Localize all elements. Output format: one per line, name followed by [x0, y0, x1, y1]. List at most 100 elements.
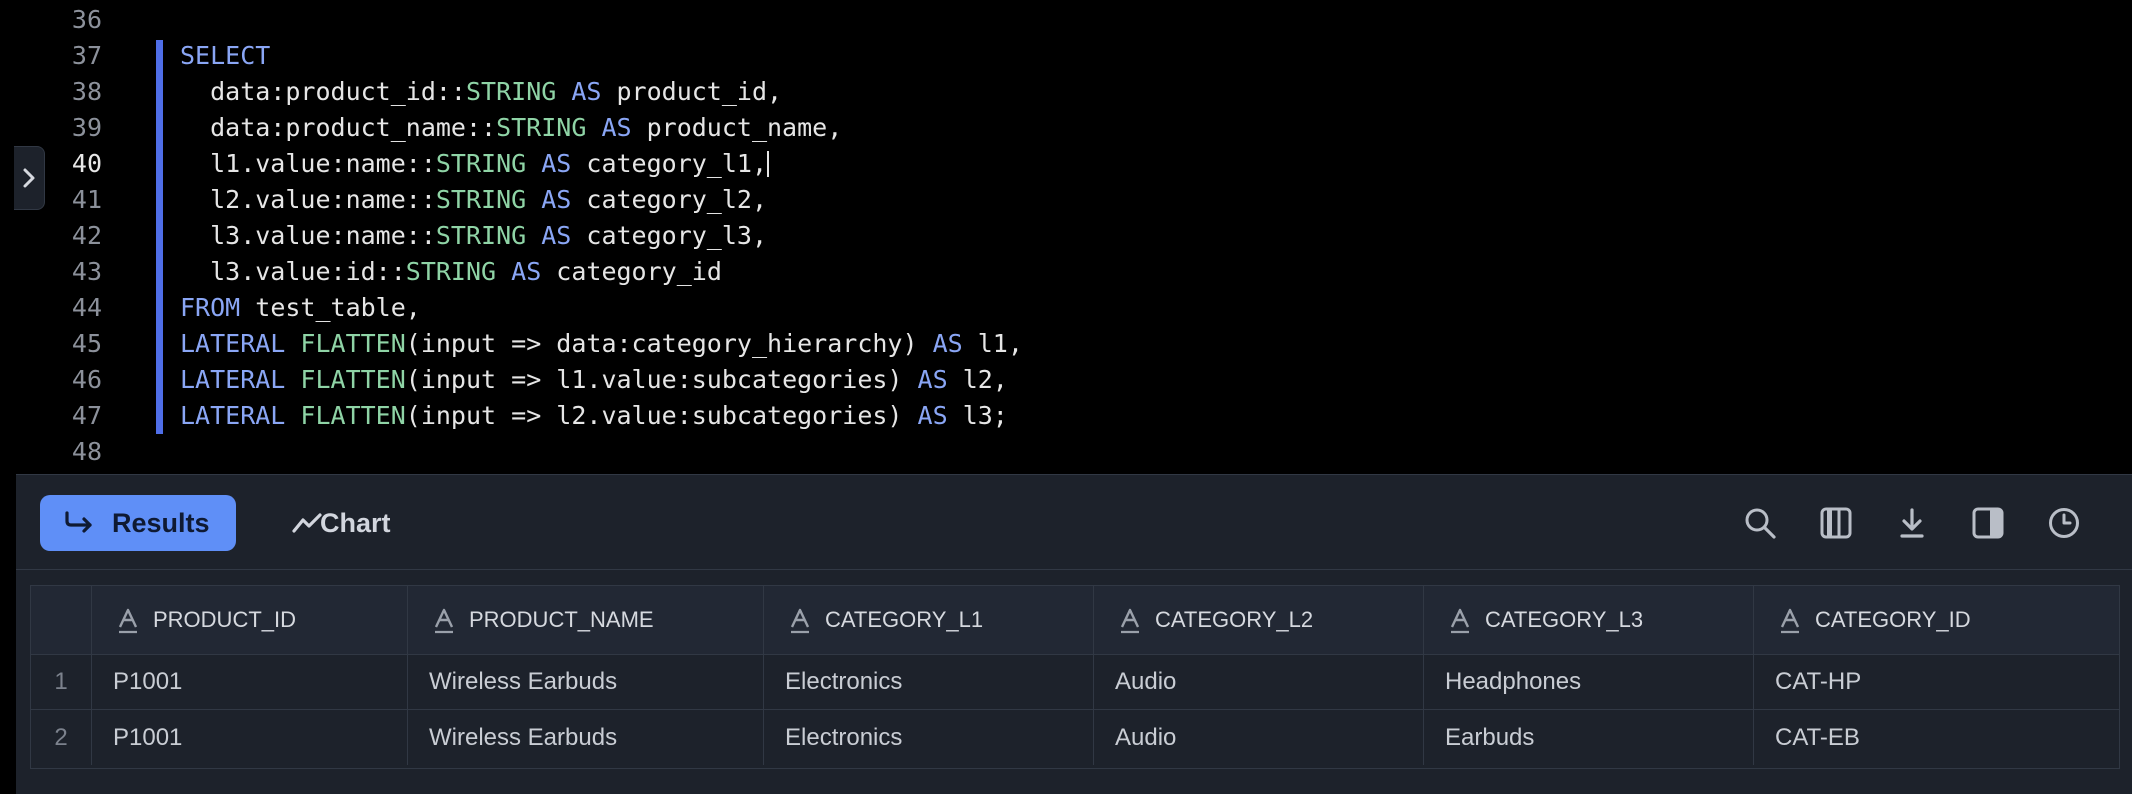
code-line[interactable]: 40 l1.value:name::STRING AS category_l1, — [0, 146, 2132, 182]
column-header-label: PRODUCT_NAME — [469, 607, 654, 632]
table-cell-value: Electronics — [785, 667, 903, 695]
code-line[interactable]: 39 data:product_name::STRING AS product_… — [0, 110, 2132, 146]
toggle-panel-button[interactable] — [1968, 503, 2008, 543]
code-editor[interactable]: 36 37 SELECT 38 data:product_id::STRING AS … — [0, 0, 2132, 474]
search-icon — [1745, 508, 1776, 539]
code-token: LATERAL — [180, 329, 286, 358]
code-line[interactable]: 38 data:product_id::STRING AS product_id… — [0, 74, 2132, 110]
code-text: SELECT — [180, 38, 270, 74]
column-header[interactable]: CATEGORY_ID — [1753, 586, 2119, 654]
code-line[interactable]: 45 LATERAL FLATTEN(input => data:category… — [0, 326, 2132, 362]
table-cell[interactable]: CAT-HP — [1753, 654, 2119, 709]
code-line[interactable]: 42 l3.value:name::STRING AS category_l3, — [0, 218, 2132, 254]
column-header-label: CATEGORY_L2 — [1155, 607, 1314, 632]
code-token: category_l3, — [571, 221, 768, 250]
text-type-icon — [118, 608, 138, 634]
history-clock-icon — [2049, 508, 2079, 538]
line-number: 39 — [71, 113, 102, 142]
download-icon — [1900, 508, 1924, 538]
code-token: l2, — [947, 365, 1008, 394]
table-cell[interactable]: Electronics — [763, 710, 1094, 765]
expand-sidebar-button[interactable] — [14, 146, 45, 210]
table-cell-value: Electronics — [785, 723, 903, 751]
column-header-label: PRODUCT_ID — [153, 607, 297, 632]
table-cell[interactable]: Wireless Earbuds — [407, 710, 764, 765]
line-chart-icon — [292, 513, 322, 533]
code-token: l2.value:name:: — [180, 185, 436, 214]
code-text: l1.value:name::STRING AS category_l1, — [180, 146, 770, 182]
code-token: l3.value:id:: — [180, 257, 406, 286]
tab-results[interactable]: Results — [40, 495, 236, 551]
column-header[interactable]: CATEGORY_L3 — [1423, 586, 1754, 654]
text-type-icon — [1120, 608, 1140, 634]
code-token: (input => data:category_hierarchy) — [405, 329, 918, 358]
code-line[interactable]: 48 — [0, 434, 2132, 470]
sql-worksheet: 36 37 SELECT 38 data:product_id::STRING AS … — [0, 0, 2132, 794]
code-token: category_l1, — [571, 149, 768, 178]
code-token: AS — [556, 77, 602, 106]
column-header[interactable]: CATEGORY_L1 — [763, 586, 1094, 654]
code-line[interactable]: 44 FROM test_table, — [0, 290, 2132, 326]
code-line[interactable]: 37 SELECT — [0, 38, 2132, 74]
text-type-icon — [1450, 608, 1470, 634]
code-token: (input => l1.value:subcategories) — [405, 365, 903, 394]
code-token: product_id, — [601, 77, 783, 106]
code-token: data:product_name:: — [180, 113, 497, 142]
code-line[interactable]: 41 l2.value:name::STRING AS category_l2, — [0, 182, 2132, 218]
code-text: l2.value:name::STRING AS category_l2, — [180, 182, 767, 218]
code-token: AS — [526, 149, 572, 178]
line-number: 42 — [71, 221, 102, 250]
code-token: l3; — [947, 401, 1008, 430]
code-line[interactable]: 36 — [0, 2, 2132, 38]
code-token: AS — [902, 401, 948, 430]
results-toolbar: Results Chart — [16, 475, 2132, 570]
code-token: FLATTEN — [285, 329, 406, 358]
return-arrow-icon — [65, 511, 92, 533]
table-cell[interactable]: CAT-EB — [1753, 710, 2119, 765]
code-token: (input => l2.value:subcategories) — [405, 401, 903, 430]
table-cell[interactable]: Wireless Earbuds — [407, 654, 764, 709]
table-cell[interactable]: Headphones — [1423, 654, 1754, 709]
code-line[interactable]: 46 LATERAL FLATTEN(input => l1.value:subc… — [0, 362, 2132, 398]
column-header[interactable]: CATEGORY_L2 — [1093, 586, 1424, 654]
code-token: category_id — [541, 257, 722, 286]
results-table: PRODUCT_ID PRODUCT_NAME CATEGORY_L1 CATEGOR… — [30, 585, 2120, 769]
code-text: LATERAL FLATTEN(input => data:category_h… — [180, 326, 1023, 362]
code-line[interactable]: 43 l3.value:id::STRING AS category_id — [0, 254, 2132, 290]
table-cell-value: CAT-EB — [1775, 723, 1860, 751]
table-cell[interactable]: Earbuds — [1423, 710, 1754, 765]
row-index: 1 — [31, 654, 92, 709]
code-line[interactable]: 47 LATERAL FLATTEN(input => l2.value:subc… — [0, 398, 2132, 434]
chevron-right-icon — [23, 168, 35, 188]
tab-chart[interactable]: Chart — [272, 495, 422, 551]
columns-icon — [1820, 507, 1852, 539]
code-token: STRING — [465, 77, 557, 106]
table-cell-value: P1001 — [113, 667, 183, 695]
code-token: AS — [917, 329, 963, 358]
history-button[interactable] — [2044, 503, 2084, 543]
table-row[interactable]: 1 P1001 Wireless Earbuds Electronics Audio He… — [31, 654, 2119, 710]
text-type-icon — [434, 608, 454, 634]
code-token: AS — [496, 257, 542, 286]
sidebar-panel-icon — [1972, 507, 2004, 539]
column-header[interactable]: PRODUCT_NAME — [407, 586, 764, 654]
code-text: FROM test_table, — [180, 290, 421, 326]
code-token: STRING — [435, 221, 527, 250]
line-number: 44 — [71, 293, 102, 322]
table-cell[interactable]: Electronics — [763, 654, 1094, 709]
table-cell[interactable]: P1001 — [91, 654, 408, 709]
table-cell[interactable]: Audio — [1093, 710, 1424, 765]
table-header-row: PRODUCT_ID PRODUCT_NAME CATEGORY_L1 CATEGOR… — [31, 586, 2119, 655]
table-cell[interactable]: Audio — [1093, 654, 1424, 709]
table-cell-value: Wireless Earbuds — [429, 723, 618, 751]
columns-button[interactable] — [1816, 503, 1856, 543]
table-cell[interactable]: P1001 — [91, 710, 408, 765]
column-header[interactable]: PRODUCT_ID — [91, 586, 408, 654]
download-button[interactable] — [1892, 503, 1932, 543]
table-cell-value: Audio — [1115, 723, 1177, 751]
table-row[interactable]: 2 P1001 Wireless Earbuds Electronics Audio Ea… — [31, 710, 2119, 765]
search-button[interactable] — [1740, 503, 1780, 543]
code-token: AS — [526, 185, 572, 214]
line-number: 48 — [71, 437, 102, 466]
code-token: test_table, — [240, 293, 421, 322]
